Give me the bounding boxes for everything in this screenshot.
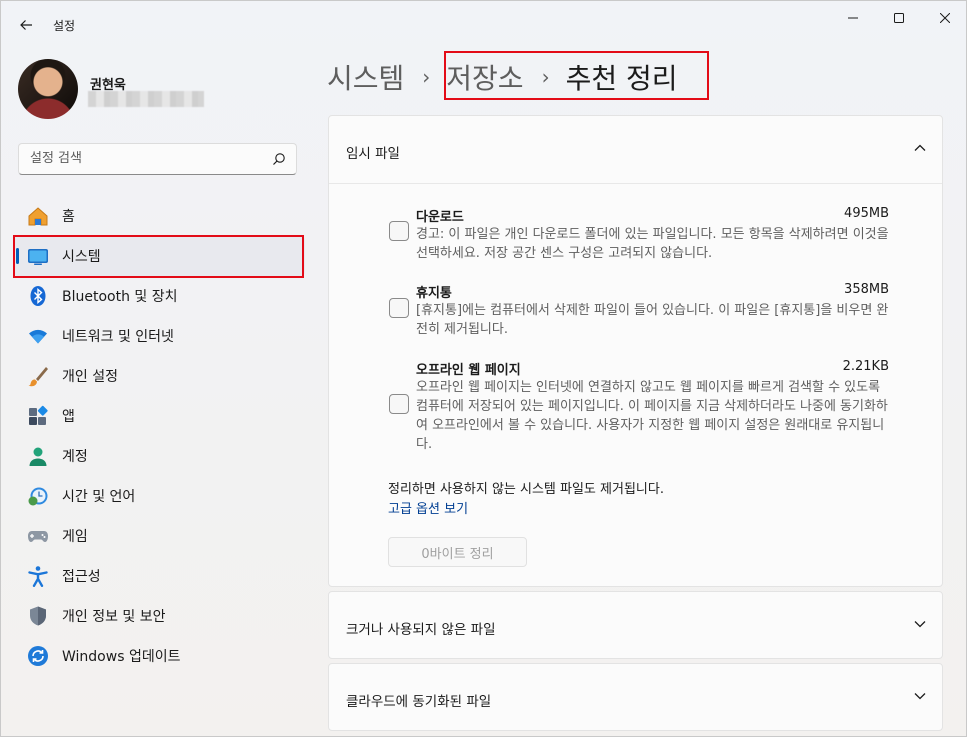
sidebar-item-apps[interactable]: 앱	[13, 396, 305, 436]
sidebar-item-label: 접근성	[62, 569, 101, 585]
section-title: 크거나 사용되지 않은 파일	[346, 622, 496, 638]
minimize-button[interactable]	[830, 1, 876, 35]
wifi-icon	[27, 325, 49, 347]
sidebar-item-label: 게임	[62, 529, 88, 545]
avatar[interactable]	[18, 59, 78, 119]
file-description: 오프라인 웹 페이지는 인터넷에 연결하지 않고도 웹 페이지를 빠르게 검색할…	[416, 380, 888, 452]
back-button[interactable]	[11, 11, 41, 39]
cloud-synced-files-card[interactable]: 클라우드에 동기화된 파일	[328, 663, 943, 731]
back-arrow-icon	[20, 20, 32, 30]
sidebar-item-time-language[interactable]: 시간 및 언어	[13, 476, 305, 516]
highlight-box-system	[13, 235, 304, 278]
file-size: 358MB	[844, 282, 889, 297]
large-unused-files-card[interactable]: 크거나 사용되지 않은 파일	[328, 591, 943, 659]
sidebar-item-label: Windows 업데이트	[62, 649, 181, 665]
title-bar: 설정	[1, 1, 966, 49]
sidebar-item-label: 개인 정보 및 보안	[62, 609, 166, 625]
file-size: 495MB	[844, 206, 889, 221]
close-button[interactable]	[922, 1, 966, 35]
sidebar-item-accessibility[interactable]: 접근성	[13, 556, 305, 596]
file-description: 경고: 이 파일은 개인 다운로드 폴더에 있는 파일입니다. 모든 항목을 삭…	[416, 227, 889, 261]
section-title: 클라우드에 동기화된 파일	[346, 694, 492, 710]
update-icon	[27, 645, 49, 667]
chevron-down-icon	[914, 621, 926, 628]
settings-window: 설정 권현욱 홈	[0, 0, 967, 737]
sidebar-item-label: 계정	[62, 449, 88, 465]
file-size: 2.21KB	[842, 359, 889, 374]
search-box[interactable]	[18, 143, 297, 175]
breadcrumb-storage[interactable]: 저장소	[446, 57, 523, 97]
search-input[interactable]	[30, 151, 260, 166]
sidebar-item-label: 네트워크 및 인터넷	[62, 329, 174, 345]
maximize-button[interactable]	[876, 1, 922, 35]
search-icon	[273, 153, 285, 165]
account-icon	[27, 445, 49, 467]
apps-icon	[27, 405, 49, 427]
app-title: 설정	[53, 19, 76, 33]
brush-icon	[27, 365, 49, 387]
sidebar-item-privacy[interactable]: 개인 정보 및 보안	[13, 596, 305, 636]
sidebar-item-bluetooth[interactable]: Bluetooth 및 장치	[13, 276, 305, 316]
sidebar-item-label: Bluetooth 및 장치	[62, 289, 178, 305]
accessibility-icon	[27, 565, 49, 587]
breadcrumb: 시스템 › 저장소 › 추천 정리	[327, 53, 678, 101]
file-item-recycle-bin: 휴지통 358MB [휴지통]에는 컴퓨터에서 삭제한 파일이 들어 있습니다.…	[389, 282, 889, 342]
file-name: 오프라인 웹 페이지	[416, 363, 521, 378]
cleanup-note: 정리하면 사용하지 않는 시스템 파일도 제거됩니다.	[388, 482, 664, 497]
file-description: [휴지통]에는 컴퓨터에서 삭제한 파일이 들어 있습니다. 이 파일은 [휴지…	[416, 303, 889, 337]
sidebar-item-label: 앱	[62, 409, 75, 425]
chevron-up-icon	[914, 144, 926, 151]
sidebar-item-gaming[interactable]: 게임	[13, 516, 305, 556]
sidebar-item-label: 홈	[62, 209, 75, 225]
file-item-downloads: 다운로드 495MB 경고: 이 파일은 개인 다운로드 폴더에 있는 파일입니…	[389, 206, 889, 266]
section-title: 임시 파일	[346, 146, 400, 162]
sidebar-item-label: 시간 및 언어	[62, 489, 136, 505]
advanced-options-link[interactable]: 고급 옵션 보기	[388, 498, 468, 517]
minimize-icon	[848, 17, 858, 19]
gamepad-icon	[27, 525, 49, 547]
offline-pages-checkbox[interactable]	[389, 394, 409, 414]
time-language-icon	[27, 485, 49, 507]
sidebar-item-label: 개인 설정	[62, 369, 118, 385]
sidebar-item-personalization[interactable]: 개인 설정	[13, 356, 305, 396]
home-icon	[27, 205, 49, 227]
maximize-icon	[894, 13, 904, 23]
file-name: 다운로드	[416, 210, 464, 225]
sidebar-item-accounts[interactable]: 계정	[13, 436, 305, 476]
divider	[329, 183, 942, 184]
sidebar-item-windows-update[interactable]: Windows 업데이트	[13, 636, 305, 676]
sidebar-item-network[interactable]: 네트워크 및 인터넷	[13, 316, 305, 356]
breadcrumb-separator: ›	[541, 65, 550, 89]
user-email-blurred	[88, 91, 204, 107]
breadcrumb-separator: ›	[422, 65, 431, 89]
cleanup-button[interactable]: 0바이트 정리	[388, 537, 527, 567]
breadcrumb-system[interactable]: 시스템	[327, 57, 404, 97]
temp-files-card: 임시 파일 다운로드 495MB 경고: 이 파일은 개인 다운로드 폴더에 있…	[328, 115, 943, 587]
sidebar-item-home[interactable]: 홈	[13, 196, 305, 236]
file-item-offline-web-pages: 오프라인 웹 페이지 2.21KB 오프라인 웹 페이지는 인터넷에 연결하지 …	[389, 359, 889, 455]
file-name: 휴지통	[416, 286, 452, 301]
shield-icon	[27, 605, 49, 627]
temp-files-header[interactable]: 임시 파일	[329, 116, 942, 184]
chevron-down-icon	[914, 693, 926, 700]
downloads-checkbox[interactable]	[389, 221, 409, 241]
page-title: 추천 정리	[565, 62, 678, 95]
recycle-bin-checkbox[interactable]	[389, 298, 409, 318]
close-icon	[940, 13, 950, 23]
bluetooth-icon	[27, 285, 49, 307]
